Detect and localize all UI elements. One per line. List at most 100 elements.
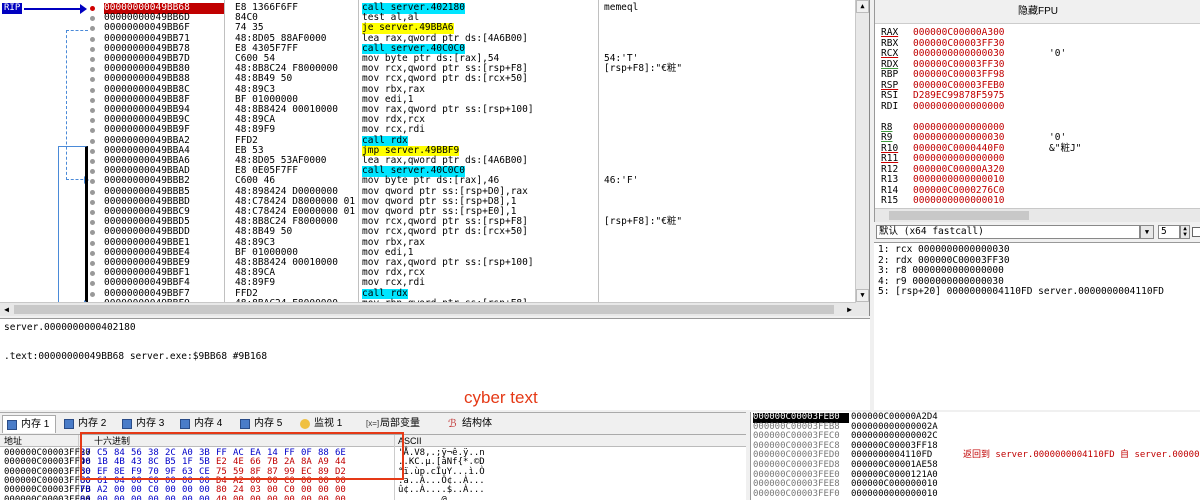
tab-label: 内存 5 bbox=[254, 418, 283, 429]
scroll-left-icon[interactable]: ◀ bbox=[0, 303, 13, 316]
breakpoint-dot-icon[interactable] bbox=[90, 138, 95, 144]
chevron-down-icon[interactable]: ▼ bbox=[1140, 225, 1154, 239]
hex-byte[interactable]: 04 bbox=[80, 495, 97, 500]
breakpoint-dot-icon[interactable] bbox=[90, 26, 95, 32]
tab-label: 结构体 bbox=[462, 418, 492, 429]
breakpoint-dot-icon[interactable] bbox=[90, 240, 95, 246]
arg-count-stepper[interactable]: ▲ ▼ bbox=[1180, 225, 1190, 239]
breakpoint-dot-icon[interactable] bbox=[90, 97, 95, 103]
hex-byte[interactable]: 00 bbox=[335, 495, 352, 500]
hex-byte[interactable]: 00 bbox=[97, 495, 114, 500]
register-value[interactable]: 0000000000000030 bbox=[913, 132, 1005, 144]
hex-byte[interactable]: 00 bbox=[301, 495, 318, 500]
breakpoint-dot-icon[interactable] bbox=[90, 199, 95, 205]
hex-byte[interactable]: 00 bbox=[199, 495, 216, 500]
hex-byte[interactable]: 00 bbox=[318, 495, 335, 500]
instruction-comment: 46:'F' bbox=[604, 175, 639, 187]
registers-horizontal-scrollbar[interactable] bbox=[875, 208, 1200, 222]
hex-byte[interactable]: 00 bbox=[250, 495, 267, 500]
breakpoint-dot-icon[interactable] bbox=[90, 169, 95, 175]
arg-count-input[interactable]: 5 bbox=[1158, 225, 1180, 239]
calling-convention-select[interactable]: 默认 (x64 fastcall) bbox=[876, 225, 1140, 239]
stack-value[interactable]: 0000000000000010 bbox=[851, 489, 938, 500]
info-symbol: server.0000000000402180 bbox=[4, 322, 136, 333]
breakpoint-dot-icon[interactable] bbox=[90, 271, 95, 277]
tab-8[interactable]: ℬ 结构体 bbox=[444, 415, 498, 433]
tab-6[interactable]: 监视 1 bbox=[296, 415, 348, 433]
register-hint: '0' bbox=[1049, 132, 1067, 143]
hex-byte[interactable]: 00 bbox=[148, 495, 165, 500]
hex-byte[interactable]: 40 bbox=[216, 495, 233, 500]
breakpoint-icon[interactable] bbox=[90, 6, 95, 11]
breakpoint-dot-icon[interactable] bbox=[90, 108, 95, 113]
disasm-vertical-scrollbar[interactable]: ▲ ▼ bbox=[855, 0, 869, 316]
hex-byte[interactable]: 00 bbox=[131, 495, 148, 500]
register-value[interactable]: 000000C00003FF98 bbox=[913, 69, 1005, 81]
hex-byte[interactable]: 00 bbox=[182, 495, 199, 500]
hex-byte[interactable]: 00 bbox=[233, 495, 250, 500]
register-name: RSI bbox=[881, 90, 899, 101]
hex-byte[interactable]: 00 bbox=[267, 495, 284, 500]
register-value[interactable]: 000000C00000A300 bbox=[913, 27, 1005, 39]
breakpoint-dot-icon[interactable] bbox=[90, 250, 95, 256]
breakpoint-dot-icon[interactable] bbox=[90, 148, 95, 154]
argument-row[interactable]: 5: [rsp+20] 0000000004110FD server.00000… bbox=[878, 286, 1164, 298]
tab-4[interactable]: 内存 4 bbox=[176, 415, 228, 433]
breakpoint-dot-icon[interactable] bbox=[90, 220, 95, 226]
register-value[interactable]: 0000000000000010 bbox=[913, 195, 1005, 207]
breakpoint-dot-icon[interactable] bbox=[90, 281, 95, 287]
disasm-horizontal-scrollbar[interactable]: ◀ ▶ bbox=[0, 302, 856, 316]
register-value[interactable]: 0000000000000000 bbox=[913, 153, 1005, 165]
breakpoint-dot-icon[interactable] bbox=[90, 230, 95, 236]
hex-byte[interactable]: 00 bbox=[165, 495, 182, 500]
breakpoint-dot-icon[interactable] bbox=[90, 261, 95, 266]
scroll-thumb[interactable] bbox=[14, 305, 834, 314]
argument-row[interactable]: 3: r8 0000000000000000 bbox=[878, 265, 1004, 277]
scroll-thumb[interactable] bbox=[889, 211, 1029, 220]
hide-fpu-button[interactable]: 隐藏FPU bbox=[875, 0, 1200, 24]
register-value[interactable]: 0000000000000000 bbox=[913, 101, 1005, 113]
tab-label: 内存 3 bbox=[136, 418, 165, 429]
hex-byte[interactable]: 00 bbox=[114, 495, 131, 500]
breakpoint-dot-icon[interactable] bbox=[90, 189, 95, 195]
memory-icon bbox=[64, 419, 74, 429]
tab-3[interactable]: 内存 3 bbox=[118, 415, 170, 433]
scroll-right-icon[interactable]: ▶ bbox=[843, 303, 856, 316]
breakpoint-dot-icon[interactable] bbox=[90, 87, 95, 93]
breakpoint-dot-icon[interactable] bbox=[90, 46, 95, 52]
breakpoint-dot-icon[interactable] bbox=[90, 159, 95, 164]
lock-checkbox[interactable] bbox=[1192, 227, 1200, 237]
dump-ascii: ........@....... bbox=[398, 494, 485, 500]
breakpoint-dot-icon[interactable] bbox=[90, 210, 95, 215]
tab-7[interactable]: [x=] 局部变量 bbox=[362, 415, 426, 433]
register-value[interactable]: D289EC99878F5975 bbox=[913, 90, 1005, 102]
breakpoint-dot-icon[interactable] bbox=[90, 291, 95, 297]
dump-hex-bytes[interactable]: 04 00 00 00 00 00 00 00 40 00 00 00 00 00 00 00 bbox=[80, 495, 352, 500]
watch-icon bbox=[300, 419, 310, 429]
tab-2[interactable]: 内存 2 bbox=[60, 415, 112, 433]
tab-1[interactable]: 内存 1 bbox=[2, 415, 57, 433]
breakpoint-dot-icon[interactable] bbox=[90, 77, 95, 83]
tab-5[interactable]: 内存 5 bbox=[236, 415, 288, 433]
stack-view[interactable]: 000000C00003FEB0 000000C00000A2D4 000000C0… bbox=[750, 412, 1200, 500]
breakpoint-dot-icon[interactable] bbox=[90, 118, 95, 124]
breakpoint-dot-icon[interactable] bbox=[90, 179, 95, 185]
breakpoint-dot-icon[interactable] bbox=[90, 67, 95, 73]
breakpoint-dot-icon[interactable] bbox=[90, 128, 95, 134]
breakpoint-dot-icon[interactable] bbox=[90, 16, 95, 22]
register-value[interactable]: 0000000000000030 bbox=[913, 48, 1005, 60]
rip-label: RIP bbox=[2, 3, 23, 14]
argument-row[interactable]: 1: rcx 0000000000000030 bbox=[878, 244, 1010, 256]
register-value[interactable]: 0000000000000010 bbox=[913, 174, 1005, 186]
hex-byte[interactable]: 00 bbox=[284, 495, 301, 500]
breakpoint-dot-icon[interactable] bbox=[90, 57, 95, 62]
scroll-down-icon[interactable]: ▼ bbox=[856, 289, 869, 302]
breakpoint-dot-icon[interactable] bbox=[90, 36, 95, 42]
scroll-up-icon[interactable]: ▲ bbox=[856, 0, 869, 13]
memory-icon bbox=[180, 419, 190, 429]
register-name: RCX bbox=[881, 48, 899, 59]
disassembly-view[interactable]: 00000000049BB68 E8 1366F6FF call server.40… bbox=[0, 0, 870, 316]
register-name: R13 bbox=[881, 174, 899, 185]
dump-address: 000000C00003FF80 bbox=[4, 494, 91, 500]
registers-pane[interactable]: 隐藏FPU RAX 000000C00000A300 RBX 000000C00003… bbox=[874, 0, 1200, 222]
